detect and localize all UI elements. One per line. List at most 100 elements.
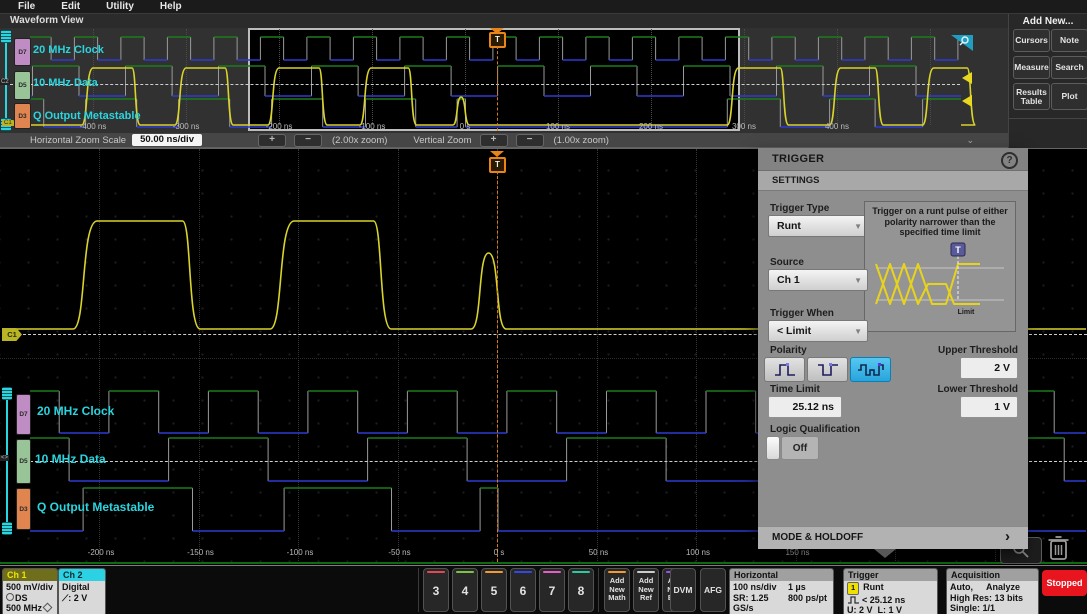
main-expand-marker-icon[interactable]: <>: [0, 455, 10, 461]
add-note-button[interactable]: Note: [1051, 29, 1087, 52]
horizontal-title: Horizontal: [730, 569, 833, 581]
overview-ch1-level-dashed-line: [10, 84, 960, 85]
main-digital-group-handle[interactable]: [6, 389, 8, 535]
acq-mode: Auto,: [950, 582, 973, 592]
trigger-type-label: Trigger Type: [770, 203, 830, 214]
trigger-status[interactable]: Trigger 1 Runt < 25.12 ns U: 2 V L: 1 V: [843, 568, 938, 614]
h-resolution: 800 ps/pt: [788, 592, 828, 603]
hzoom-factor: (2.00x zoom): [331, 134, 388, 146]
waveform-view-tab[interactable]: Waveform View: [10, 15, 83, 26]
menu-utility[interactable]: Utility: [106, 1, 134, 12]
time-limit-value[interactable]: 25.12 ns: [768, 396, 842, 418]
main-d3-badge[interactable]: D3: [16, 488, 31, 530]
channel-color-stripe: [514, 571, 532, 573]
channel-6-button[interactable]: 6: [510, 568, 536, 612]
add-plot-button[interactable]: Plot: [1051, 83, 1087, 110]
upper-threshold-value[interactable]: 2 V: [960, 357, 1018, 379]
trigger-when-label: Trigger When: [770, 308, 834, 319]
overview-d7-badge[interactable]: D7: [14, 38, 31, 66]
logic-toggle-knob[interactable]: [766, 436, 780, 460]
polarity-positive-button[interactable]: [764, 357, 805, 382]
source-dropdown[interactable]: Ch 1 ▼: [768, 269, 868, 291]
vzoom-label: Vertical Zoom: [413, 134, 472, 146]
overview-c1-marker[interactable]: C1: [2, 120, 14, 126]
add-measure-button[interactable]: Measure: [1013, 56, 1050, 79]
logic-off-button[interactable]: Off: [781, 436, 819, 460]
channel-8-button[interactable]: 8: [568, 568, 594, 612]
polarity-negative-button[interactable]: [807, 357, 848, 382]
main-d7-badge[interactable]: D7: [16, 394, 31, 435]
trigger-panel-header[interactable]: TRIGGER ?: [758, 148, 1028, 171]
collapse-chevron-icon[interactable]: ⌄: [966, 135, 974, 146]
overview-d5-badge[interactable]: D5: [14, 71, 31, 100]
trigger-when-value: < Limit: [777, 325, 812, 337]
upper-threshold-label: Upper Threshold: [937, 345, 1018, 356]
ch2-badge-title: Ch 2: [59, 569, 105, 581]
main-d5-badge[interactable]: D5: [16, 439, 31, 484]
ch1-bandwidth: 500 MHz: [6, 602, 54, 614]
trash-icon[interactable]: [1046, 533, 1072, 563]
horizontal-status[interactable]: Horizontal 100 ns/div 1 µs SR: 1.25 GS/s 8…: [729, 568, 834, 614]
add-new-ref-button[interactable]: Add New Ref: [633, 568, 659, 612]
add-button-label: Add New Ref: [638, 576, 654, 602]
menu-file[interactable]: File: [18, 1, 35, 12]
help-icon[interactable]: ?: [1001, 152, 1018, 169]
dvm-button[interactable]: DVM: [670, 568, 696, 612]
acquisition-status[interactable]: Acquisition Auto, Analyze High Res: 13 bi…: [946, 568, 1039, 614]
runt-glyph-icon: [848, 595, 859, 604]
vzoom-plus-button[interactable]: +: [479, 133, 508, 147]
add-new-math-button[interactable]: Add New Math: [604, 568, 630, 612]
svg-text:Limit: Limit: [958, 309, 975, 316]
main-group-grip-bottom-icon[interactable]: [2, 522, 12, 535]
time-limit-label: Time Limit: [770, 384, 820, 395]
ch1-badge[interactable]: Ch 1 500 mV/div DS 500 MHz: [2, 568, 58, 614]
channel-4-button[interactable]: 4: [452, 568, 478, 612]
main-group-grip-top-icon[interactable]: [2, 387, 12, 400]
axis-tick-label: 50 ns: [588, 548, 609, 557]
mode-holdoff-bar[interactable]: MODE & HOLDOFF ›: [758, 526, 1028, 549]
hzoom-minus-button[interactable]: −: [293, 133, 322, 147]
trigger-title: Trigger: [844, 569, 937, 581]
lower-threshold-arrow-icon[interactable]: [962, 95, 972, 107]
overview-d3-badge[interactable]: D3: [14, 103, 31, 129]
channel-5-button[interactable]: 5: [481, 568, 507, 612]
hzoom-scale-label: Horizontal Zoom Scale: [30, 134, 127, 146]
axis-tick-label: -50 ns: [388, 548, 411, 557]
upper-threshold-arrow-icon[interactable]: [962, 72, 972, 84]
hzoom-scale-value[interactable]: 50.00 ns/div: [132, 134, 202, 146]
channel-3-button[interactable]: 3: [423, 568, 449, 612]
menu-edit[interactable]: Edit: [61, 1, 80, 12]
channel-color-stripe: [456, 571, 474, 573]
add-results-table-button[interactable]: Results Table: [1013, 83, 1050, 110]
axis-tick-label: -100 ns: [358, 122, 386, 131]
digital-baseline: [0, 562, 1087, 564]
channel-number: 7: [548, 584, 556, 598]
trigger-source-badge: 1: [847, 582, 860, 595]
polarity-either-button[interactable]: [850, 357, 891, 382]
add-new-panel: Add New... Cursors Note Measure Search R…: [1008, 14, 1087, 148]
main-data-label: 10 MHz Data: [35, 452, 106, 466]
channel-7-button[interactable]: 7: [539, 568, 565, 612]
trigger-type-dropdown[interactable]: Runt ▼: [768, 215, 868, 237]
ch2-badge[interactable]: Ch 2 Digital ⟋: 2 V: [58, 568, 106, 614]
lower-threshold-value[interactable]: 1 V: [960, 396, 1018, 418]
trigger-when-dropdown[interactable]: < Limit ▼: [768, 320, 868, 342]
add-cursors-button[interactable]: Cursors: [1013, 29, 1050, 52]
h-scale: 100 ns/div: [733, 582, 777, 592]
bandwidth-icon: [42, 602, 53, 613]
overview-group-grip-top-icon[interactable]: [1, 30, 11, 43]
add-search-button[interactable]: Search: [1051, 56, 1087, 79]
mode-holdoff-label: MODE & HOLDOFF: [772, 532, 864, 543]
vzoom-minus-button[interactable]: −: [515, 133, 544, 147]
menu-help[interactable]: Help: [160, 1, 182, 12]
waveform-overview[interactable]: C2 C1 D7 D5 D3 20 MHz Clock 10 MHz Data …: [0, 28, 1008, 133]
axis-tick-label: 100 ns: [685, 548, 711, 557]
stopped-button[interactable]: Stopped: [1042, 570, 1087, 596]
channel-number: 8: [577, 584, 585, 598]
hzoom-plus-button[interactable]: +: [257, 133, 286, 147]
ch2-mode: Digital: [62, 582, 90, 592]
zoom-overview-icon[interactable]: [950, 34, 974, 52]
overview-c2-marker[interactable]: C2: [0, 79, 10, 85]
afg-button[interactable]: AFG: [700, 568, 726, 612]
divider: [598, 568, 599, 612]
